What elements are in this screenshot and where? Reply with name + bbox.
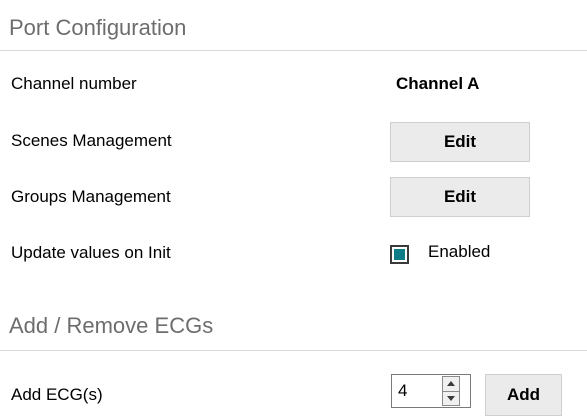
update-values-on-init-label: Update values on Init <box>11 243 171 262</box>
port-configuration-header: Port Configuration <box>0 0 587 51</box>
decrement-button[interactable] <box>442 391 460 406</box>
scenes-management-label: Scenes Management <box>11 131 172 150</box>
channel-number-label: Channel number <box>11 74 137 93</box>
ecg-count-stepper[interactable]: 4 <box>391 374 471 408</box>
add-remove-ecgs-header: Add / Remove ECGs <box>0 300 587 351</box>
increment-button[interactable] <box>442 376 460 392</box>
groups-management-label: Groups Management <box>11 187 171 206</box>
triangle-down-icon <box>447 395 455 401</box>
port-configuration-title: Port Configuration <box>9 15 187 40</box>
channel-number-value: Channel A <box>396 74 480 93</box>
add-remove-ecgs-title: Add / Remove ECGs <box>9 313 214 338</box>
checkbox-checked-indicator <box>394 249 405 260</box>
add-ecgs-label: Add ECG(s) <box>11 385 103 404</box>
add-ecg-button[interactable]: Add <box>485 374 562 416</box>
stepper-buttons <box>442 376 460 406</box>
triangle-up-icon <box>447 381 455 387</box>
ecg-count-value[interactable]: 4 <box>398 381 407 401</box>
groups-edit-button[interactable]: Edit <box>390 177 530 217</box>
update-values-checkbox-label[interactable]: Enabled <box>428 242 490 262</box>
scenes-edit-button[interactable]: Edit <box>390 122 530 162</box>
update-values-checkbox[interactable] <box>390 245 409 264</box>
